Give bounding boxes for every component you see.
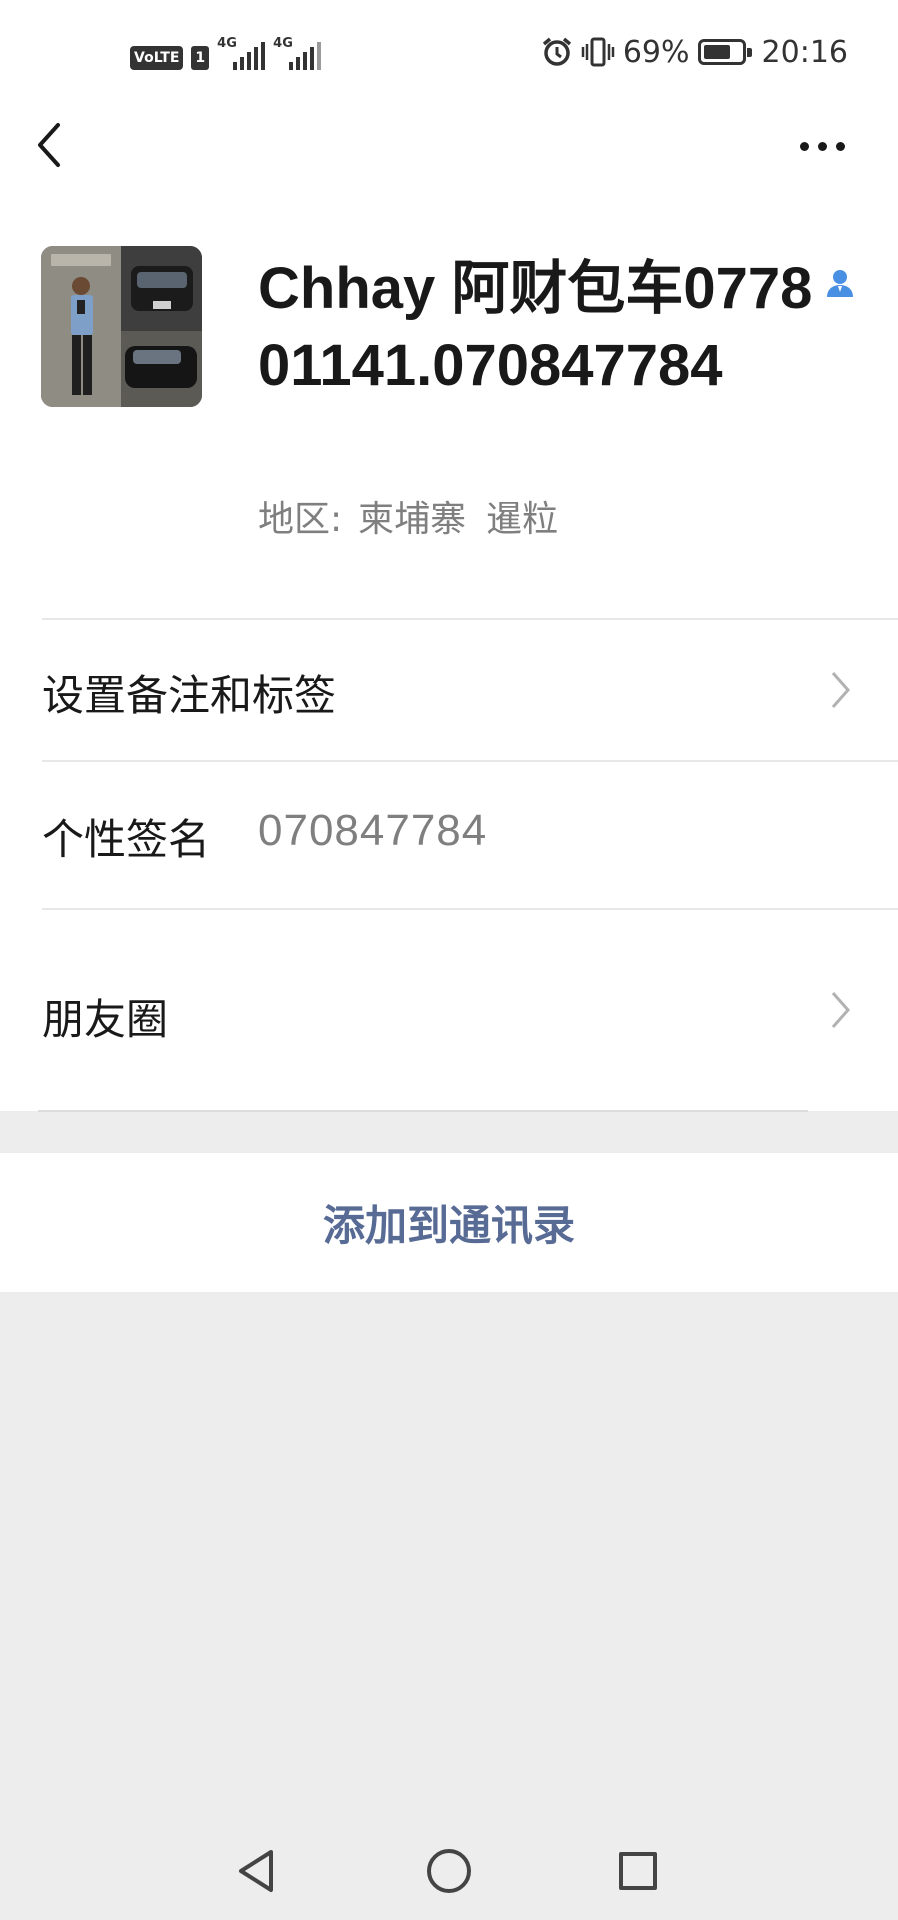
- vibrate-icon: [581, 37, 615, 67]
- status-left: VoLTE 1 4G 4G: [130, 36, 322, 70]
- battery-percent: 69%: [622, 34, 690, 70]
- status-right: 69% 20:16: [541, 34, 848, 70]
- more-dot: [818, 141, 827, 151]
- add-contact-panel: 添加到通讯录: [0, 1153, 898, 1292]
- chevron-right-icon: [831, 992, 851, 1028]
- clock: 20:16: [761, 34, 848, 70]
- user-icon: [826, 268, 854, 298]
- battery-icon: [697, 39, 752, 65]
- sim-indicator: 1: [191, 46, 210, 70]
- signal-strength-icon: 4G: [217, 36, 266, 70]
- back-button[interactable]: [30, 120, 70, 170]
- contact-profile-screen: VoLTE 1 4G 4G 69% 20:16 Chhay 阿财包车077801…: [0, 0, 898, 1920]
- nav-back-button[interactable]: [236, 1846, 276, 1896]
- avatar[interactable]: [41, 246, 202, 407]
- signature-row: 个性签名 070847784: [0, 762, 898, 908]
- nav-home-button[interactable]: [427, 1849, 471, 1893]
- more-dot: [800, 141, 809, 151]
- divider: [38, 1110, 808, 1112]
- contact-name: Chhay 阿财包车077801141.070847784: [258, 256, 813, 398]
- back-arrow-icon: [38, 123, 60, 167]
- region-country: 柬埔寨: [358, 499, 467, 540]
- nav-recent-apps-button[interactable]: [619, 1852, 657, 1890]
- moments-label: 朋友圈: [42, 995, 169, 1044]
- alarm-icon: [542, 37, 571, 66]
- more-dot: [836, 141, 845, 151]
- add-to-contacts-button[interactable]: 添加到通讯录: [0, 1153, 898, 1292]
- volte-indicator: VoLTE: [130, 46, 184, 70]
- chevron-right-icon: [831, 672, 851, 708]
- region-city: 暹粒: [486, 499, 559, 540]
- more-button[interactable]: [800, 134, 850, 158]
- signal-strength-icon-2: 4G: [273, 36, 322, 70]
- signature-label: 个性签名: [42, 815, 211, 864]
- moments-row[interactable]: 朋友圈: [0, 910, 898, 1110]
- signature-value: 070847784: [258, 806, 488, 855]
- remark-label: 设置备注和标签: [42, 671, 337, 720]
- region-label: 地区:: [258, 499, 343, 540]
- triangle-back-icon: [239, 1850, 273, 1892]
- region-info: 地区: 柬埔寨 暹粒: [258, 490, 558, 542]
- remark-row[interactable]: 设置备注和标签: [0, 620, 898, 760]
- status-bar: VoLTE 1 4G 4G 69% 20:16: [0, 0, 898, 104]
